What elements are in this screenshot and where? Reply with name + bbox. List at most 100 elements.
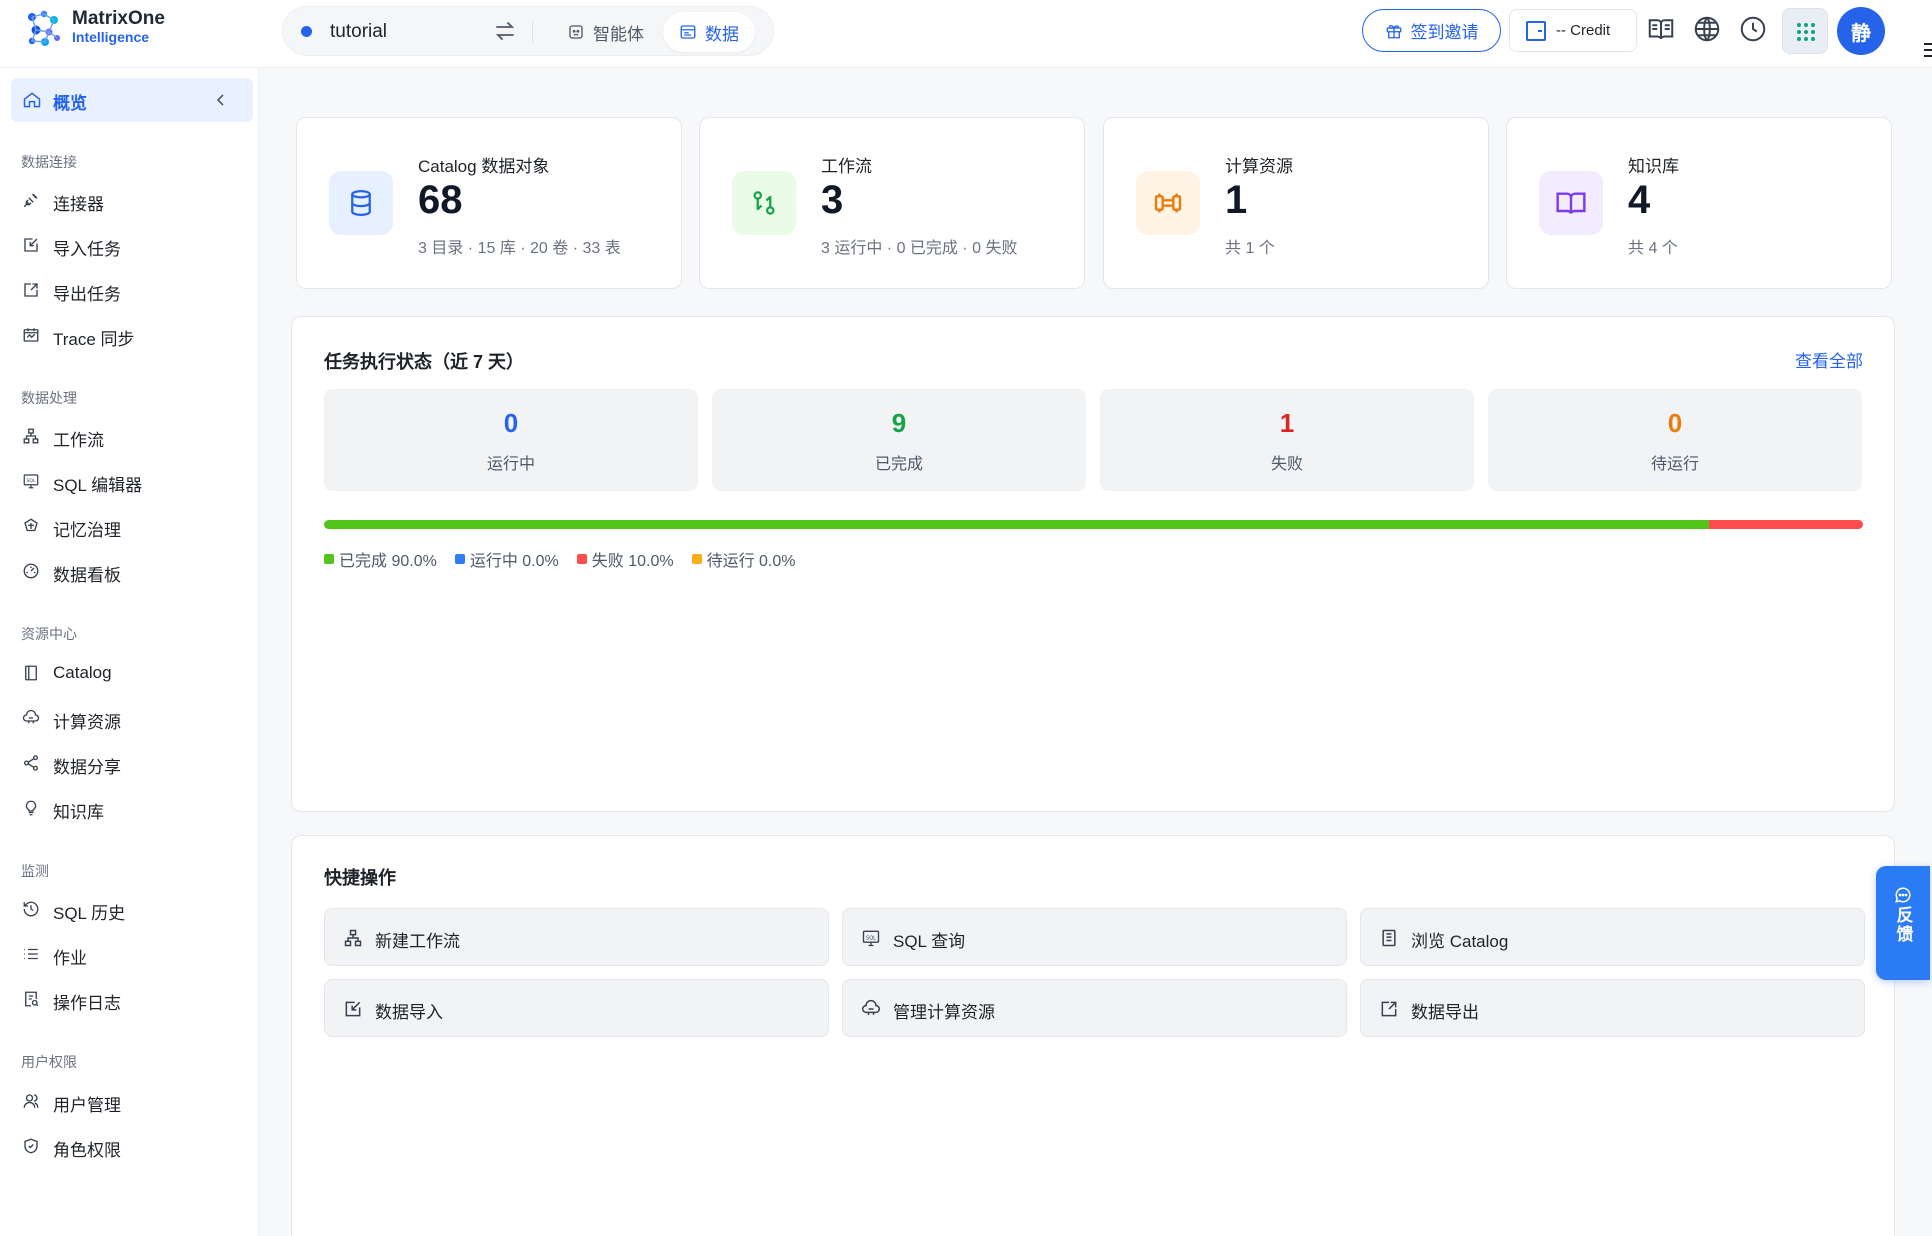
clock-icon[interactable] [1738, 14, 1768, 44]
sidebar-item-data-share[interactable]: 数据分享 [11, 743, 253, 783]
sidebar-item-trace-sync[interactable]: Trace 同步 [11, 315, 253, 355]
swap-icon[interactable] [493, 19, 517, 43]
stat-icon-wrap [1539, 171, 1603, 235]
grid-icon [1797, 23, 1815, 41]
chat-bubble-icon [1895, 887, 1911, 903]
progress-segment [324, 520, 1710, 529]
legend-swatch [454, 554, 465, 564]
credit-button[interactable]: -- Credit [1509, 9, 1637, 52]
feedback-button[interactable]: 反馈 [1876, 866, 1930, 980]
nav-group-title: 用户权限 [21, 1054, 77, 1070]
stat-label: 计算资源 [1225, 157, 1293, 176]
sidebar: 概览 数据连接 连接器 导入任务 导出任务 Trace 同步 数据处理 工作流 … [0, 68, 259, 1236]
new-workflow-button[interactable]: 新建工作流 [324, 908, 829, 966]
catalog-icon [1382, 929, 1396, 947]
sidebar-item-label: 知识库 [53, 803, 104, 822]
stat-value: 3 [821, 178, 844, 222]
quick-action-label: 浏览 Catalog [1411, 932, 1509, 951]
manage-compute-button[interactable]: 管理计算资源 [842, 979, 1347, 1037]
workspace-name: tutorial [330, 21, 388, 42]
stat-card-workflow[interactable]: 工作流 3 3 运行中 · 0 已完成 · 0 失败 [699, 117, 1085, 289]
sidebar-item-sql-editor[interactable]: SQL SQL 编辑器 [11, 461, 253, 501]
legend-swatch [691, 554, 702, 564]
invite-label: 签到邀请 [1410, 23, 1479, 42]
status-count: 9 [891, 408, 907, 438]
tab-agent-label: 智能体 [593, 24, 644, 44]
home-icon [23, 92, 41, 108]
sidebar-item-label: 角色权限 [53, 1141, 121, 1160]
legend-text: 失败 10.0% [591, 553, 674, 570]
sidebar-item-overview[interactable]: 概览 [11, 78, 253, 122]
workspace-status-dot [301, 26, 312, 37]
status-box-running: 0 运行中 [324, 389, 698, 491]
stat-card-knowledge-base[interactable]: 知识库 4 共 4 个 [1506, 117, 1892, 289]
svg-text:SQL: SQL [27, 478, 36, 484]
brand-name: MatrixOne [72, 8, 165, 29]
sidebar-item-import-tasks[interactable]: 导入任务 [11, 225, 253, 265]
globe-icon[interactable] [1692, 14, 1722, 44]
memory-icon [24, 518, 38, 532]
export-icon [24, 283, 38, 297]
sidebar-item-export-tasks[interactable]: 导出任务 [11, 270, 253, 310]
tab-agent[interactable]: 智能体 [551, 12, 660, 52]
status-box-completed: 9 已完成 [712, 389, 1086, 491]
sidebar-item-knowledge-base[interactable]: 知识库 [11, 788, 253, 828]
status-box-failed: 1 失败 [1100, 389, 1474, 491]
wallet-icon [1526, 20, 1546, 41]
history-icon [23, 901, 39, 917]
sidebar-item-operation-log[interactable]: 操作日志 [11, 979, 253, 1019]
menu-edge-icon [1924, 43, 1932, 57]
sidebar-item-label: 数据看板 [53, 566, 121, 585]
data-export-button[interactable]: 数据导出 [1360, 979, 1865, 1037]
sidebar-item-role-permissions[interactable]: 角色权限 [11, 1126, 253, 1166]
sidebar-item-label: 概览 [53, 94, 87, 113]
compute-icon [862, 999, 880, 1015]
progress-segment [1709, 520, 1863, 529]
nav-group-title: 数据连接 [21, 154, 77, 170]
browse-catalog-button[interactable]: 浏览 Catalog [1360, 908, 1865, 966]
sql-query-button[interactable]: SQL SQL 查询 [842, 908, 1347, 966]
chevron-left-icon[interactable] [211, 90, 231, 110]
stat-value: 68 [418, 178, 463, 222]
stat-card-catalog[interactable]: Catalog 数据对象 68 3 目录 · 15 库 · 20 卷 · 33 … [296, 117, 682, 289]
stat-card-compute[interactable]: 计算资源 1 共 1 个 [1103, 117, 1489, 289]
stat-icon-wrap [329, 171, 393, 235]
invite-button[interactable]: 签到邀请 [1362, 9, 1501, 52]
data-import-button[interactable]: 数据导入 [324, 979, 829, 1037]
sidebar-item-label: Trace 同步 [53, 330, 135, 349]
sidebar-item-sql-history[interactable]: SQL 历史 [11, 889, 253, 929]
view-all-link[interactable]: 查看全部 [1795, 347, 1863, 372]
log-icon [25, 991, 39, 1007]
sidebar-item-catalog[interactable]: Catalog [11, 653, 253, 693]
apps-grid-button[interactable] [1782, 8, 1828, 54]
sidebar-item-connectors[interactable]: 连接器 [11, 180, 253, 220]
legend-item: 失败 10.0% [576, 547, 674, 571]
status-count: 1 [1279, 408, 1295, 438]
sidebar-item-label: 操作日志 [53, 994, 121, 1013]
sidebar-item-dashboard[interactable]: 数据看板 [11, 551, 253, 591]
sidebar-item-jobs[interactable]: 作业 [11, 934, 253, 974]
sidebar-item-compute[interactable]: 计算资源 [11, 698, 253, 738]
quick-action-label: SQL 查询 [893, 932, 966, 951]
credit-label: -- Credit [1556, 22, 1611, 39]
sidebar-item-label: Catalog [53, 663, 112, 682]
workspace-switcher[interactable]: tutorial 智能体 数据 [282, 6, 774, 56]
status-count: 0 [1667, 408, 1683, 438]
legend-item: 运行中 0.0% [454, 547, 559, 571]
sidebar-item-user-management[interactable]: 用户管理 [11, 1081, 253, 1121]
import-icon [24, 238, 38, 252]
data-window-icon [680, 25, 696, 39]
stat-label: 工作流 [821, 157, 872, 176]
sidebar-item-memory-governance[interactable]: 记忆治理 [11, 506, 253, 546]
docs-book-icon[interactable] [1646, 14, 1676, 44]
import-icon [345, 1001, 361, 1017]
user-avatar[interactable]: 静 [1837, 7, 1885, 55]
compute-icon [1154, 193, 1182, 213]
sidebar-item-workflow[interactable]: 工作流 [11, 416, 253, 456]
bulb-icon [25, 800, 37, 816]
brand-logo[interactable]: MatrixOne Intelligence [24, 8, 165, 48]
tab-data[interactable]: 数据 [663, 12, 755, 52]
svg-text:SQL: SQL [866, 935, 876, 941]
status-box-pending: 0 待运行 [1488, 389, 1862, 491]
nav-group-title: 数据处理 [21, 390, 77, 406]
